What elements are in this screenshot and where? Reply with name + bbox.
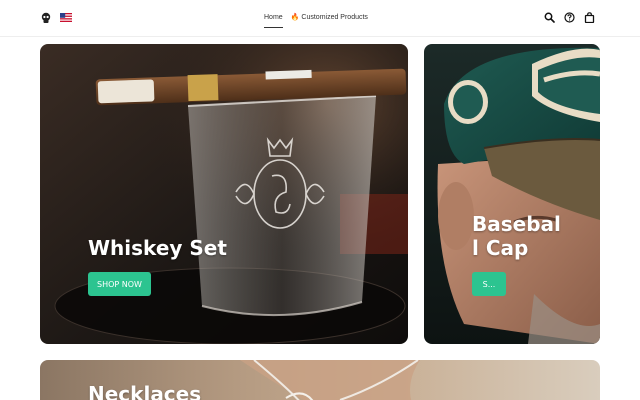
baseball-cap-card[interactable]: Basebal l Cap S... (424, 44, 600, 344)
skull-logo-icon[interactable] (40, 12, 52, 24)
us-flag-icon[interactable] (60, 13, 72, 22)
baseball-cap-title: Basebal l Cap (472, 212, 561, 260)
search-icon[interactable] (544, 12, 555, 23)
necklaces-card[interactable]: Necklaces (40, 360, 600, 400)
whiskey-set-title: Whiskey Set (88, 236, 227, 260)
necklaces-title: Necklaces (88, 382, 202, 400)
baseball-cap-image (424, 44, 600, 344)
whiskey-set-card[interactable]: Whiskey Set SHOP NOW (40, 44, 408, 344)
main-nav: Home 🔥 Customized Products (264, 13, 368, 29)
nav-customized-products[interactable]: 🔥 Customized Products (291, 13, 368, 22)
nav-home-label: Home (264, 14, 283, 21)
nav-home[interactable]: Home (264, 13, 283, 28)
help-circle-icon[interactable] (564, 12, 575, 23)
nav-customized-products-label: Customized Products (301, 14, 368, 21)
site-header: Home 🔥 Customized Products (0, 0, 640, 37)
whiskey-set-shop-now-button[interactable]: SHOP NOW (88, 272, 151, 296)
baseball-cap-shop-button[interactable]: S... (472, 272, 506, 296)
whiskey-set-image (40, 44, 408, 344)
fire-icon: 🔥 (290, 14, 300, 21)
shopping-bag-icon[interactable] (584, 12, 595, 23)
